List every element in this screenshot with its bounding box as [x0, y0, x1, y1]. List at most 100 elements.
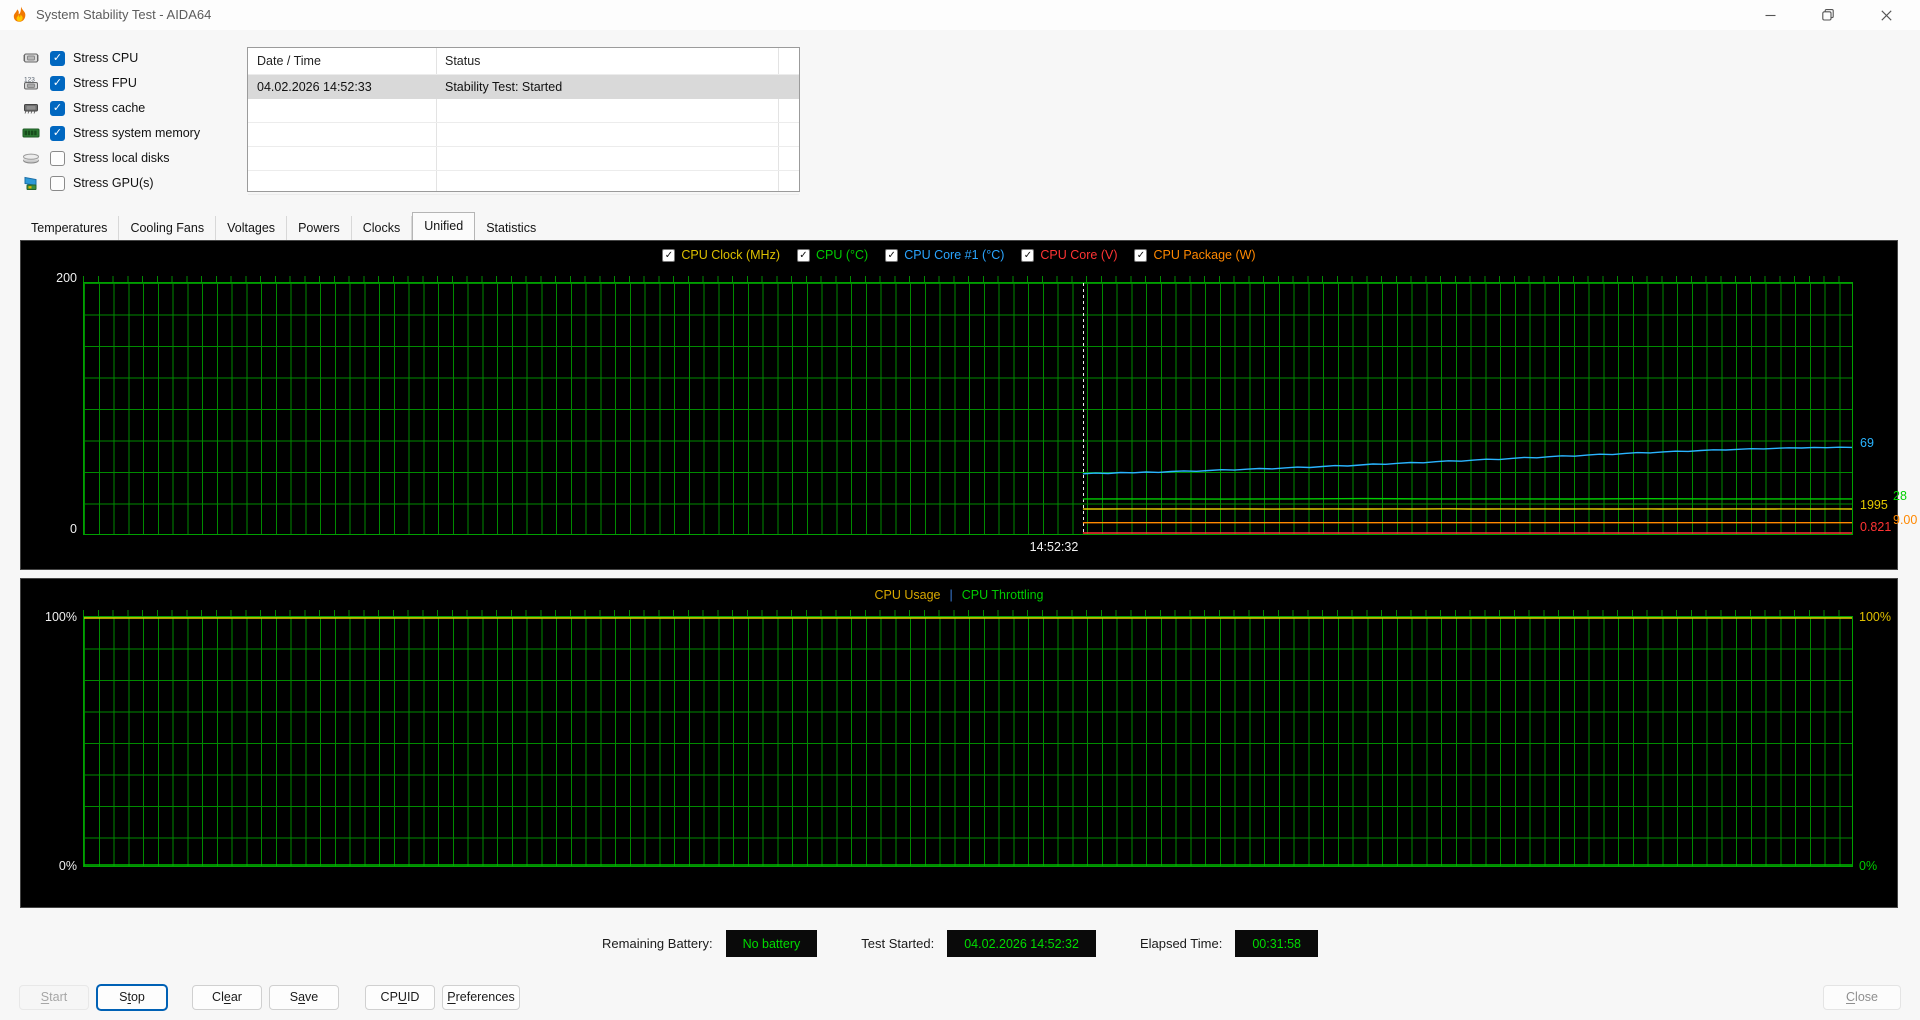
table-row-empty	[248, 171, 799, 195]
close-icon	[1881, 10, 1892, 21]
legend-item-cpu-core1-temp[interactable]: ✓ CPU Core #1 (°C)	[885, 248, 1004, 262]
preferences-button[interactable]: Preferences	[442, 985, 520, 1010]
legend-item-cpu-core-voltage[interactable]: ✓ CPU Core (V)	[1021, 248, 1117, 262]
chart-title-usage: CPU Usage	[875, 588, 941, 602]
cpu-usage-chart-panel: CPU Usage | CPU Throttling 100% 0% 100% …	[20, 578, 1898, 908]
elapsed-time-label: Elapsed Time:	[1140, 936, 1222, 951]
column-header-status: Status	[436, 48, 778, 75]
test-started-label: Test Started:	[861, 936, 934, 951]
stress-option-disks[interactable]: ✓ Stress local disks	[20, 148, 200, 168]
unified-sensor-chart-panel: ✓ CPU Clock (MHz) ✓ CPU (°C) ✓ CPU Core …	[20, 240, 1898, 570]
tab-cooling-fans[interactable]: Cooling Fans	[119, 216, 216, 240]
chart-legend: ✓ CPU Clock (MHz) ✓ CPU (°C) ✓ CPU Core …	[21, 248, 1897, 262]
tab-unified[interactable]: Unified	[412, 212, 475, 240]
tab-temperatures[interactable]: Temperatures	[20, 216, 119, 240]
series-end-value: 28	[1893, 489, 1907, 503]
stress-memory-checkbox[interactable]: ✓	[50, 126, 65, 141]
series-end-value: 0.821	[1860, 520, 1891, 534]
table-row-empty	[248, 99, 799, 123]
graph-tab-bar: Temperatures Cooling Fans Voltages Power…	[20, 212, 547, 240]
y-axis-max-label-right: 100%	[1859, 610, 1915, 624]
table-row-empty	[248, 147, 799, 171]
stress-option-label: Stress system memory	[73, 126, 200, 140]
stress-option-memory[interactable]: ✓ Stress system memory	[20, 123, 200, 143]
title-bar: System Stability Test - AIDA64	[0, 0, 1920, 30]
y-axis-min-label: 0	[41, 522, 77, 536]
close-button[interactable]: Close	[1823, 985, 1901, 1010]
stress-cpu-checkbox[interactable]: ✓	[50, 51, 65, 66]
y-axis-min-label-right: 0%	[1859, 859, 1915, 873]
tab-clocks[interactable]: Clocks	[352, 216, 413, 240]
column-header-datetime: Date / Time	[248, 48, 436, 75]
tab-voltages[interactable]: Voltages	[216, 216, 287, 240]
legend-label: CPU Package (W)	[1153, 248, 1255, 262]
legend-checkbox[interactable]: ✓	[885, 249, 898, 262]
stress-option-label: Stress GPU(s)	[73, 176, 154, 190]
fpu-icon: 123	[20, 74, 42, 92]
tab-statistics[interactable]: Statistics	[475, 216, 547, 240]
legend-checkbox[interactable]: ✓	[797, 249, 810, 262]
x-axis-time-label: 14:52:32	[994, 540, 1114, 554]
disk-icon	[20, 149, 42, 167]
y-axis-max-label-left: 100%	[29, 610, 77, 624]
legend-checkbox[interactable]: ✓	[1021, 249, 1034, 262]
stress-option-label: Stress FPU	[73, 76, 137, 90]
app-window: System Stability Test - AIDA64 ✓ Stress …	[0, 0, 1920, 1020]
y-axis-min-label-left: 0%	[29, 859, 77, 873]
window-title: System Stability Test - AIDA64	[36, 0, 211, 30]
start-button[interactable]: Start	[19, 985, 89, 1010]
stress-option-label: Stress CPU	[73, 51, 138, 65]
event-log-table: Date / Time Status 04.02.2026 14:52:33 S…	[247, 47, 800, 192]
test-started-group: Test Started: 04.02.2026 14:52:32	[861, 930, 1096, 957]
restore-icon	[1822, 9, 1834, 21]
table-row[interactable]: 04.02.2026 14:52:33 Stability Test: Star…	[248, 75, 799, 99]
stress-disks-checkbox[interactable]: ✓	[50, 151, 65, 166]
close-window-button[interactable]	[1863, 0, 1909, 30]
stress-option-gpu[interactable]: ✓ Stress GPU(s)	[20, 173, 200, 193]
y-axis-max-label: 200	[41, 271, 77, 285]
legend-checkbox[interactable]: ✓	[1134, 249, 1147, 262]
stop-button[interactable]: Stop	[97, 985, 167, 1010]
series-end-value: 1995	[1860, 498, 1888, 512]
table-header: Date / Time Status	[248, 48, 799, 75]
legend-checkbox[interactable]: ✓	[662, 249, 675, 262]
maximize-restore-button[interactable]	[1805, 0, 1851, 30]
stress-option-cpu[interactable]: ✓ Stress CPU	[20, 48, 200, 68]
elapsed-time-value: 00:31:58	[1235, 930, 1318, 957]
stress-option-label: Stress local disks	[73, 151, 170, 165]
stress-fpu-checkbox[interactable]: ✓	[50, 76, 65, 91]
chart-series-lines	[84, 617, 1852, 866]
minimize-icon	[1765, 10, 1776, 21]
usage-plot-area	[83, 616, 1853, 867]
legend-label: CPU Core (V)	[1040, 248, 1117, 262]
cpuid-button[interactable]: CPUID	[365, 985, 435, 1010]
clear-button[interactable]: Clear	[192, 985, 262, 1010]
stress-option-label: Stress cache	[73, 101, 145, 115]
flame-icon	[11, 6, 29, 24]
legend-item-cpu-temp[interactable]: ✓ CPU (°C)	[797, 248, 868, 262]
minimize-button[interactable]	[1747, 0, 1793, 30]
stress-cache-checkbox[interactable]: ✓	[50, 101, 65, 116]
stress-option-cache[interactable]: ✓ Stress cache	[20, 98, 200, 118]
chart-title-separator: |	[950, 588, 953, 602]
elapsed-time-group: Elapsed Time: 00:31:58	[1140, 930, 1318, 957]
test-started-value: 04.02.2026 14:52:32	[947, 930, 1096, 957]
status-bar: Remaining Battery: No battery Test Start…	[0, 930, 1920, 957]
memory-icon	[20, 124, 42, 142]
battery-status-group: Remaining Battery: No battery	[602, 930, 817, 957]
sensor-plot-area	[83, 282, 1853, 535]
tab-powers[interactable]: Powers	[287, 216, 352, 240]
chart-series-lines	[84, 283, 1852, 534]
legend-label: CPU (°C)	[816, 248, 868, 262]
stress-gpu-checkbox[interactable]: ✓	[50, 176, 65, 191]
legend-item-cpu-package-power[interactable]: ✓ CPU Package (W)	[1134, 248, 1255, 262]
stress-option-fpu[interactable]: 123 ✓ Stress FPU	[20, 73, 200, 93]
series-end-value: 69	[1860, 436, 1874, 450]
chart-title: CPU Usage | CPU Throttling	[21, 588, 1897, 602]
legend-item-cpu-clock[interactable]: ✓ CPU Clock (MHz)	[662, 248, 780, 262]
table-row-empty	[248, 123, 799, 147]
save-button[interactable]: Save	[269, 985, 339, 1010]
log-status-cell: Stability Test: Started	[436, 75, 778, 99]
log-datetime-cell: 04.02.2026 14:52:33	[248, 75, 436, 99]
chart-title-throttling: CPU Throttling	[962, 588, 1044, 602]
